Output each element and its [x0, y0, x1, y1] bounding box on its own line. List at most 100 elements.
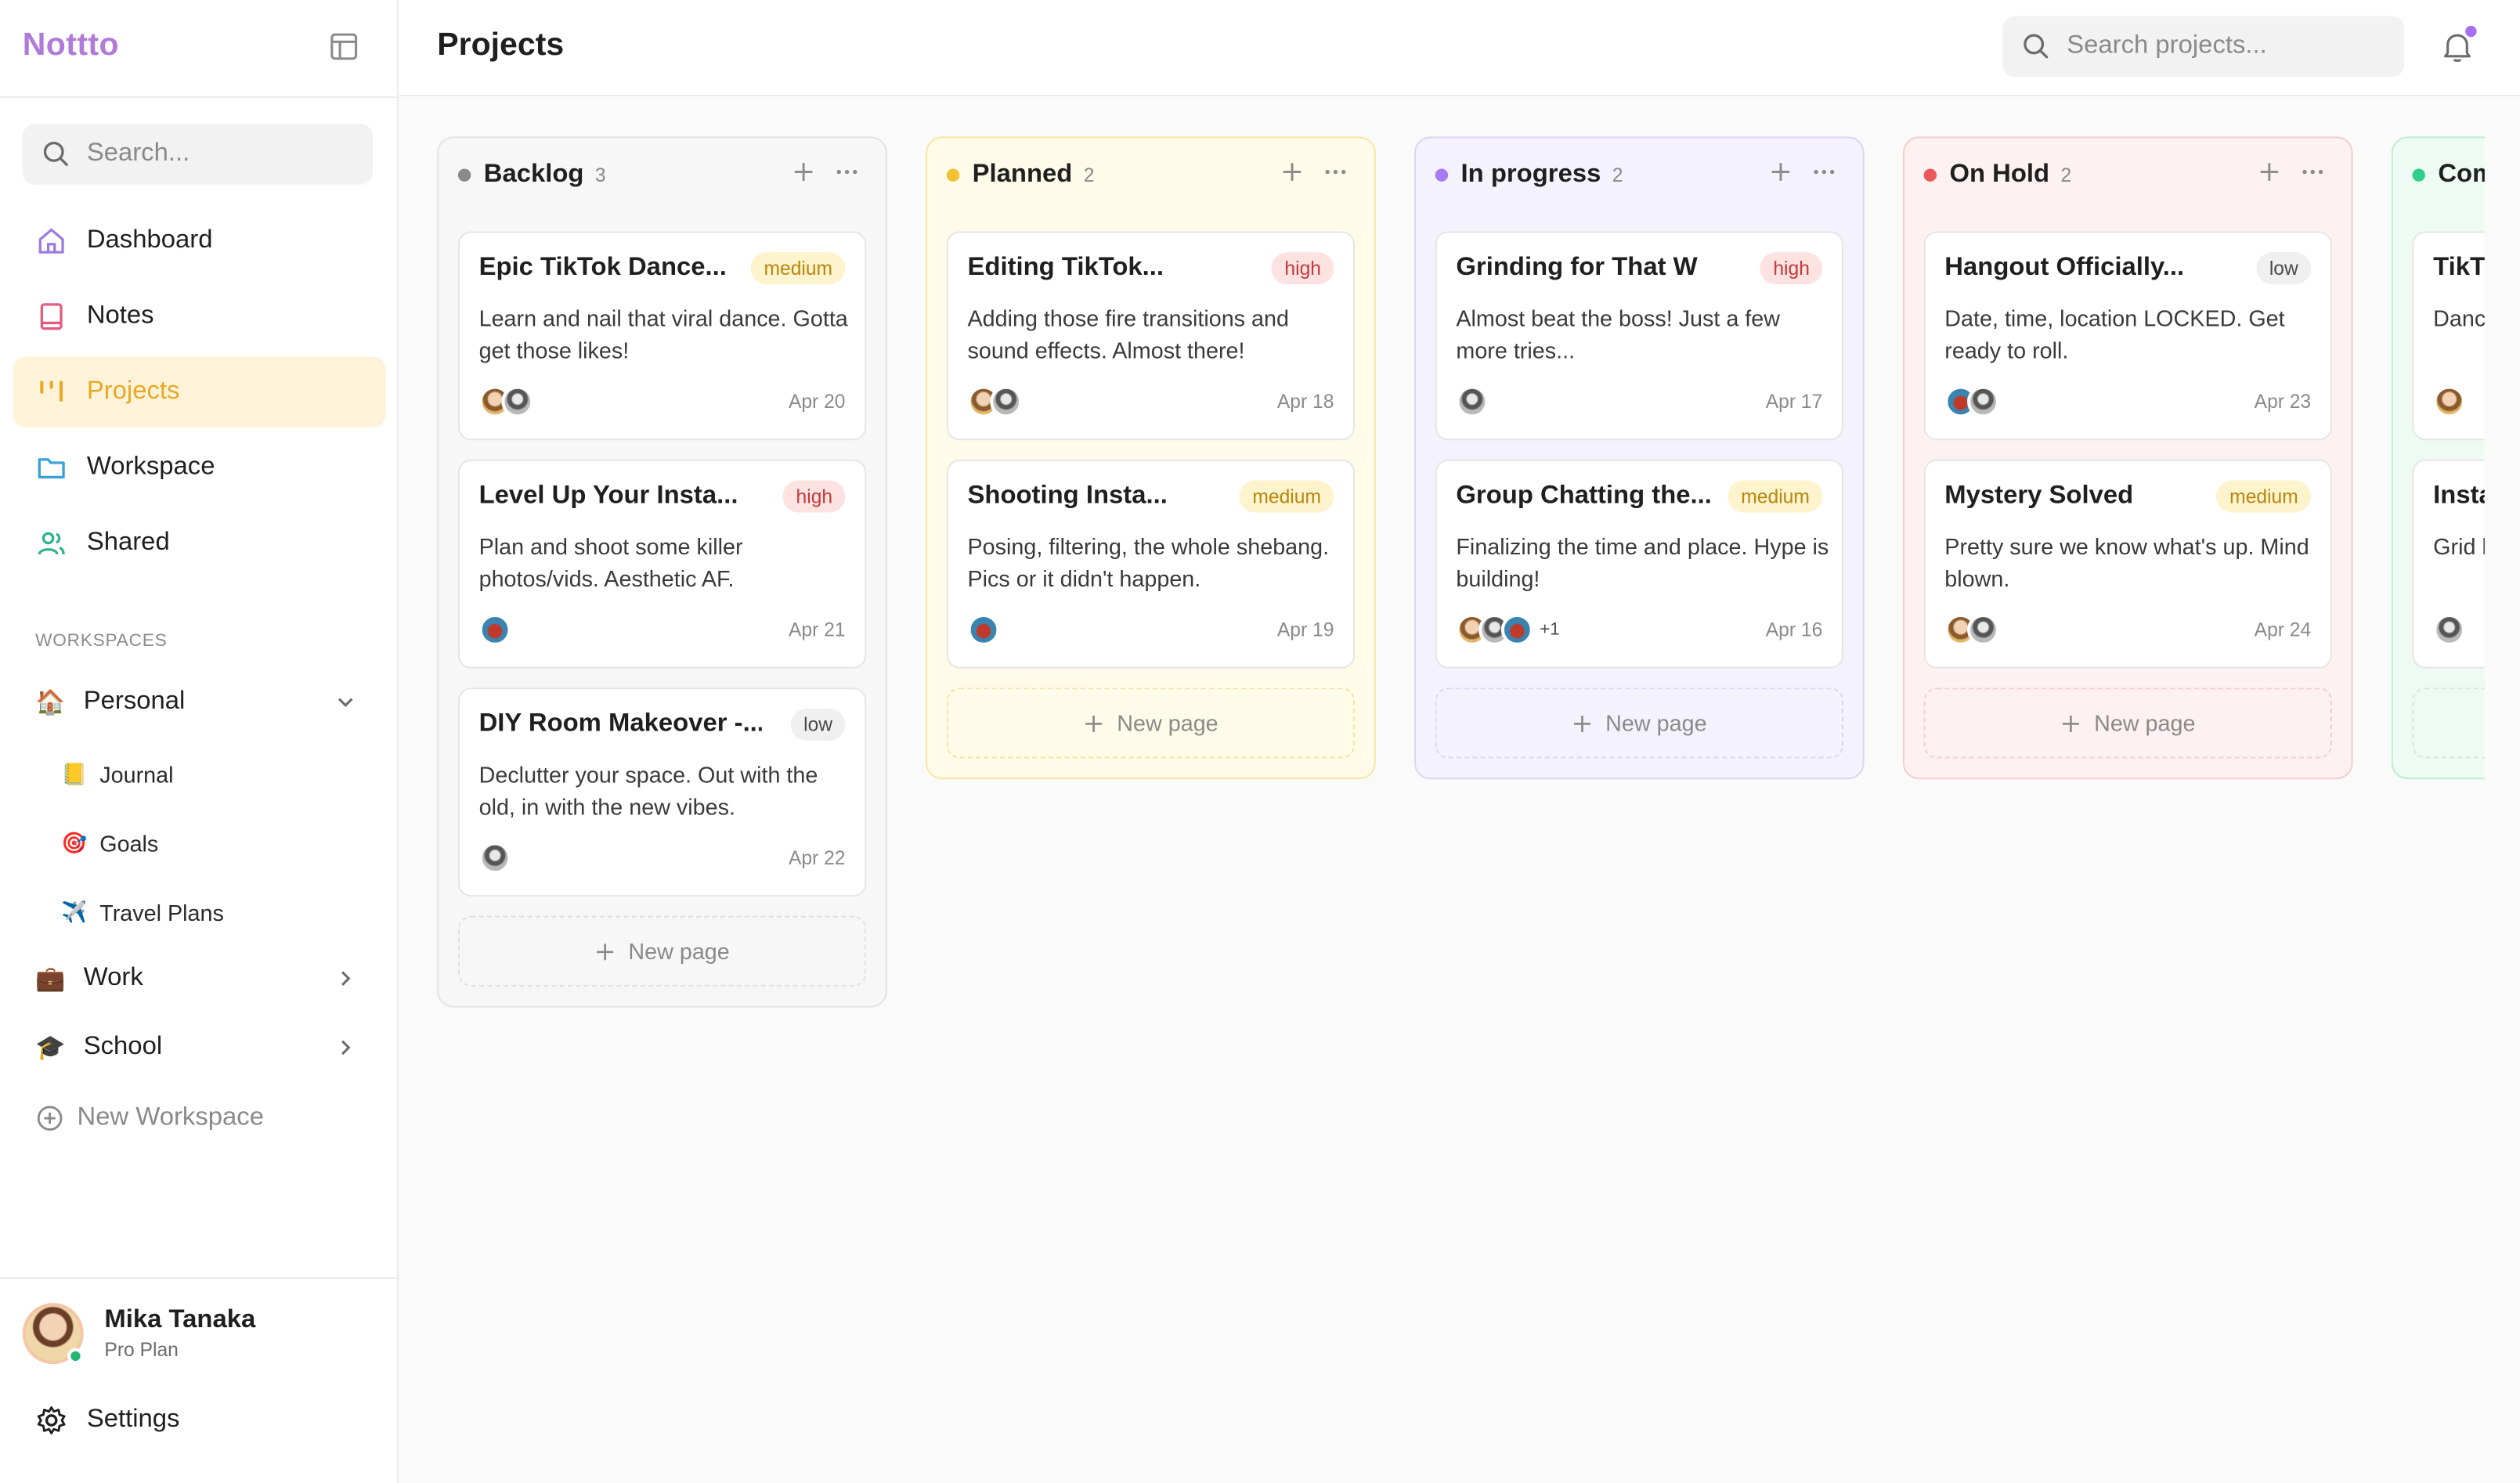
- project-card[interactable]: Epic TikTok Dance... medium Learn and nail…: [457, 231, 867, 441]
- new-page-button[interactable]: New page: [1923, 687, 2332, 759]
- priority-badge: medium: [1728, 480, 1823, 513]
- plus-icon[interactable]: [2258, 161, 2280, 183]
- card-due-date: Apr 22: [788, 846, 846, 870]
- search-icon: [43, 141, 68, 166]
- card-title: Mystery Solved: [1944, 482, 2134, 510]
- assignee-avatars: [1944, 385, 2000, 418]
- project-card[interactable]: Editing TikTok... high Adding those fire t…: [946, 231, 1356, 441]
- project-card[interactable]: Insta Grid l DMs.: [2412, 459, 2485, 669]
- project-card[interactable]: DIY Room Makeover -... low Declutter your …: [457, 687, 867, 897]
- new-page-button[interactable]: New page: [946, 687, 1356, 759]
- kanban-board: Backlog 3 Epic TikTok Dance... medium Learn …: [399, 98, 2485, 1483]
- new-workspace-label: New Workspace: [77, 1103, 264, 1131]
- card-footer: Apr 23: [1944, 384, 2311, 419]
- column-status-dot: [457, 168, 471, 182]
- project-card[interactable]: Group Chatting the... medium Finalizing th…: [1435, 459, 1843, 669]
- workspace-personal[interactable]: 🏠 Personal: [35, 677, 366, 728]
- column-header: Planned 2: [927, 138, 1374, 211]
- card-description: Pretty sure we know what's up. Mind blow…: [1944, 533, 2309, 592]
- card-due-date: Apr 24: [2254, 619, 2312, 641]
- nav-label: Workspace: [86, 453, 215, 481]
- priority-badge: medium: [2216, 480, 2312, 513]
- priority-badge: medium: [751, 252, 846, 285]
- nav-item-workspace[interactable]: Workspace: [13, 432, 385, 503]
- target-icon: 🎯: [60, 830, 88, 855]
- project-card[interactable]: Hangout Officially... low Date, time, loca…: [1923, 231, 2332, 441]
- card-description: Declutter your space. Out with the old, …: [478, 761, 818, 820]
- nav-item-notes[interactable]: Notes: [13, 281, 385, 352]
- project-card[interactable]: Shooting Insta... medium Posing, filtering…: [946, 459, 1356, 669]
- card-description: Finalizing the time and place. Hype is b…: [1456, 533, 1829, 592]
- workspace-label: Personal: [83, 687, 186, 716]
- avatar: [2433, 613, 2466, 646]
- plus-icon[interactable]: [792, 161, 815, 183]
- card-due-date: Apr 21: [788, 619, 846, 641]
- card-footer: Apr 24: [1944, 612, 2311, 648]
- nav-item-shared[interactable]: Shared: [13, 507, 385, 578]
- main-nav: Dashboard Notes Projects Workspace Share…: [13, 206, 386, 583]
- chevron-down-icon[interactable]: [334, 691, 357, 713]
- users-icon: [38, 532, 65, 555]
- new-workspace-button[interactable]: New Workspace: [35, 1104, 264, 1133]
- workspace-school[interactable]: 🎓 School: [35, 1022, 366, 1073]
- user-profile[interactable]: Mika Tanaka Pro Plan: [22, 1303, 255, 1365]
- project-search-input[interactable]: [2067, 32, 2388, 61]
- more-horizontal-icon[interactable]: [834, 161, 860, 183]
- project-card[interactable]: Grinding for That W high Almost beat the b…: [1435, 231, 1843, 441]
- chevron-right-icon[interactable]: [334, 967, 357, 990]
- card-title: Level Up Your Insta...: [478, 482, 738, 510]
- assignee-avatars: [2433, 385, 2466, 418]
- column-status-dot: [1435, 168, 1449, 182]
- workspace-label: School: [83, 1033, 163, 1061]
- plus-icon: [1573, 714, 1590, 731]
- workspace-item-journal[interactable]: 📒 Journal: [61, 750, 366, 799]
- search-icon: [2024, 34, 2049, 59]
- sidebar-search[interactable]: [22, 124, 374, 185]
- column-header: On Hold 2: [1904, 138, 2352, 211]
- card-description: Grid l DMs.: [2433, 533, 2485, 560]
- settings-button[interactable]: Settings: [35, 1404, 179, 1436]
- card-title: Epic TikTok Dance...: [478, 254, 727, 282]
- notification-dot: [2465, 25, 2477, 38]
- card-description: Danc views: [2433, 305, 2485, 331]
- column-count: 2: [1083, 164, 1095, 187]
- plus-icon[interactable]: [1770, 161, 1793, 183]
- nav-label: Notes: [86, 301, 154, 330]
- column-progress: In progress 2 Grinding for That W high Almos…: [1414, 136, 1865, 780]
- workspaces-heading: WORKSPACES: [35, 631, 168, 651]
- card-description: Almost beat the boss! Just a few more tr…: [1456, 305, 1781, 363]
- plus-icon[interactable]: [1281, 161, 1304, 183]
- more-horizontal-icon[interactable]: [1811, 161, 1837, 183]
- project-card[interactable]: TikTo Danc views: [2412, 231, 2485, 441]
- nav-item-projects[interactable]: Projects: [13, 356, 386, 428]
- card-footer: Apr 17: [1456, 384, 1822, 419]
- new-page-button[interactable]: New page: [2412, 687, 2485, 759]
- more-horizontal-icon[interactable]: [1323, 161, 1348, 183]
- chevron-right-icon[interactable]: [334, 1037, 357, 1059]
- new-page-button[interactable]: New page: [457, 915, 867, 987]
- column-count: 2: [2060, 164, 2072, 187]
- sidebar-toggle-icon[interactable]: [328, 31, 360, 63]
- card-description: Learn and nail that viral dance. Gotta g…: [478, 305, 848, 363]
- brand-logo[interactable]: Nottto: [23, 27, 119, 64]
- project-card[interactable]: Level Up Your Insta... high Plan and shoot…: [457, 459, 867, 669]
- notifications-button[interactable]: [2439, 25, 2477, 64]
- project-card[interactable]: Mystery Solved medium Pretty sure we know …: [1923, 459, 2332, 669]
- nav-item-dashboard[interactable]: Dashboard: [13, 206, 385, 276]
- project-search[interactable]: [2002, 16, 2405, 78]
- workspace-item-goals[interactable]: 🎯 Goals: [61, 820, 366, 868]
- more-horizontal-icon[interactable]: [2300, 161, 2326, 183]
- page-title: Projects: [437, 27, 565, 63]
- column-status-dot: [1923, 168, 1937, 182]
- sidebar-search-input[interactable]: [86, 139, 360, 169]
- new-page-button[interactable]: New page: [1435, 687, 1843, 759]
- workspace-work[interactable]: 💼 Work: [35, 953, 366, 1005]
- workspace-item-label: Travel Plans: [99, 900, 224, 926]
- briefcase-icon: 💼: [35, 965, 66, 994]
- top-bar: Projects: [398, 0, 2520, 97]
- nav-label: Projects: [86, 377, 180, 406]
- more-assignees-count: +1: [1540, 620, 1560, 640]
- card-footer: +1 Apr 16: [1456, 612, 1822, 648]
- card-title: Group Chatting the...: [1456, 482, 1712, 510]
- workspace-item-travel-plans[interactable]: ✈️ Travel Plans: [61, 889, 366, 937]
